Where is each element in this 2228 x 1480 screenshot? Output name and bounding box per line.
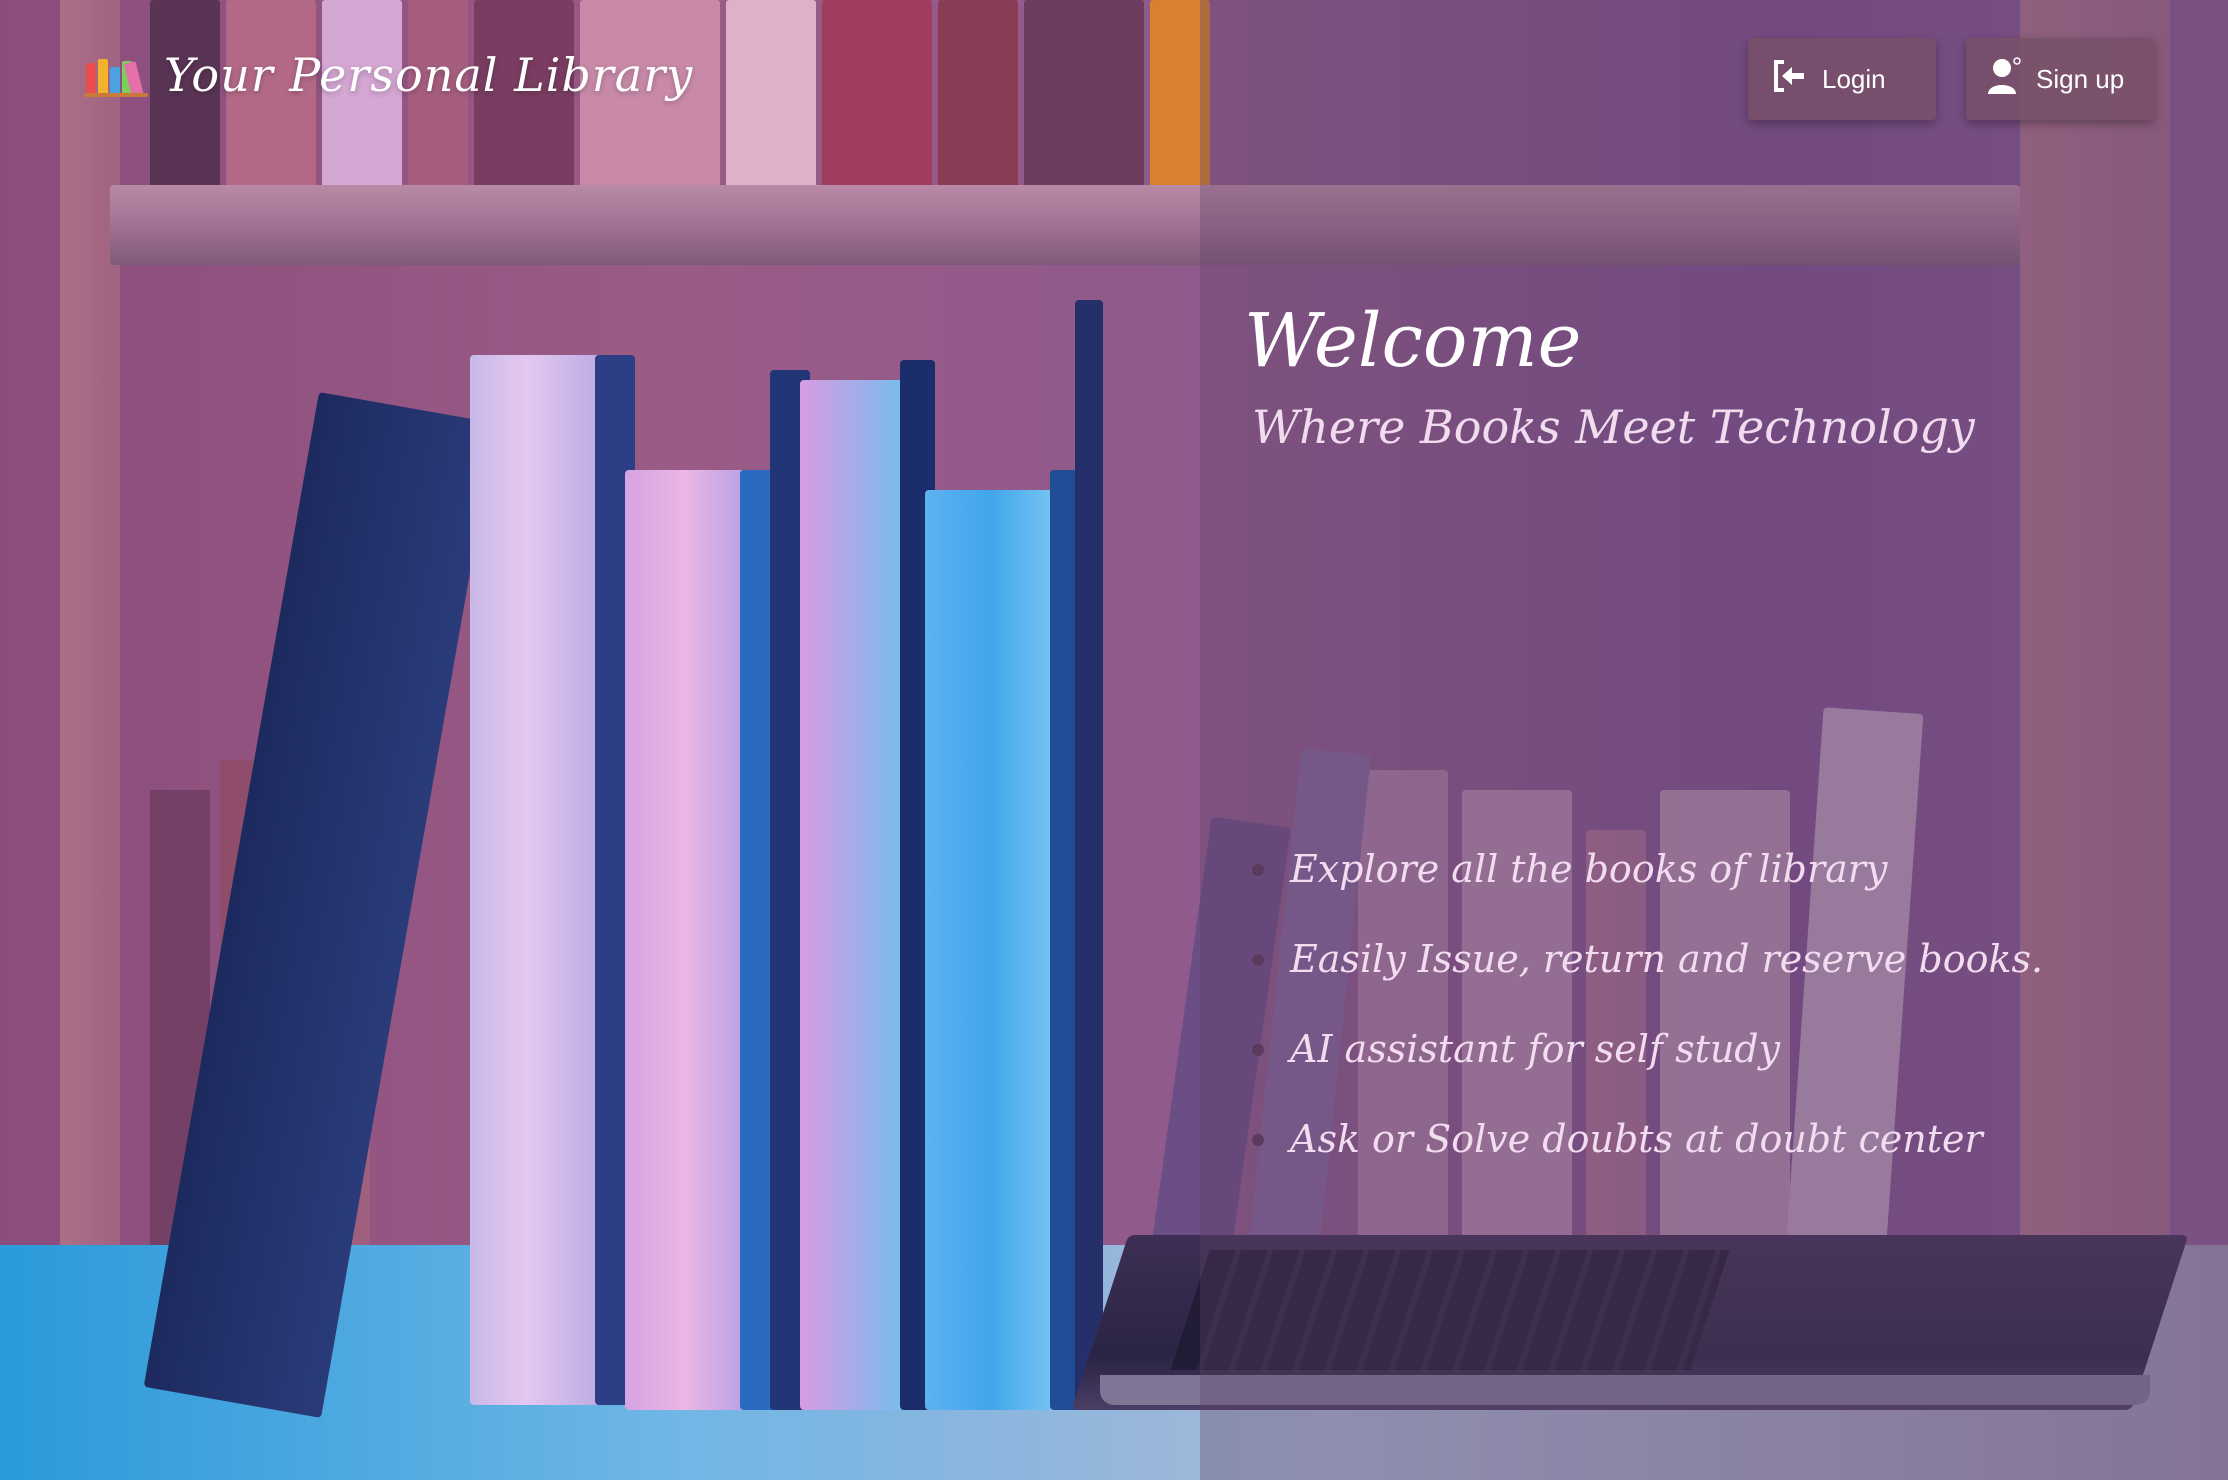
feature-list: Explore all the books of library Easily … — [1248, 838, 2043, 1198]
hero-background — [0, 0, 2228, 1480]
content-overlay — [1200, 0, 2228, 1480]
book — [800, 380, 910, 1410]
books-logo-icon — [84, 53, 148, 97]
login-label: Login — [1822, 63, 1886, 94]
login-button[interactable]: Login — [1748, 38, 1936, 120]
book — [470, 355, 610, 1405]
book — [1075, 300, 1103, 1410]
bullet-icon — [1252, 1134, 1264, 1146]
feature-text: Ask or Solve doubts at doubt center — [1290, 1117, 1983, 1161]
feature-item: Explore all the books of library — [1248, 838, 2043, 928]
login-arrow-icon — [1768, 56, 1808, 103]
feature-text: AI assistant for self study — [1290, 1027, 1781, 1071]
welcome-heading: Welcome — [1244, 298, 1582, 384]
user-icon — [1986, 56, 2022, 103]
bullet-icon — [1252, 864, 1264, 876]
feature-item: Easily Issue, return and reserve books. — [1248, 928, 2043, 1018]
feature-text: Easily Issue, return and reserve books. — [1290, 937, 2044, 981]
signup-button[interactable]: Sign up — [1966, 38, 2154, 120]
bullet-icon — [1252, 1044, 1264, 1056]
book — [925, 490, 1055, 1410]
brand[interactable]: Your Personal Library — [84, 48, 693, 102]
book — [625, 470, 745, 1410]
bullet-icon — [1252, 954, 1264, 966]
feature-text: Explore all the books of library — [1290, 847, 1888, 891]
brand-title: Your Personal Library — [164, 48, 694, 102]
welcome-subtitle: Where Books Meet Technology — [1252, 400, 1975, 454]
feature-item: Ask or Solve doubts at doubt center — [1248, 1108, 2043, 1198]
signup-label: Sign up — [2036, 63, 2125, 94]
feature-item: AI assistant for self study — [1248, 1018, 2043, 1108]
